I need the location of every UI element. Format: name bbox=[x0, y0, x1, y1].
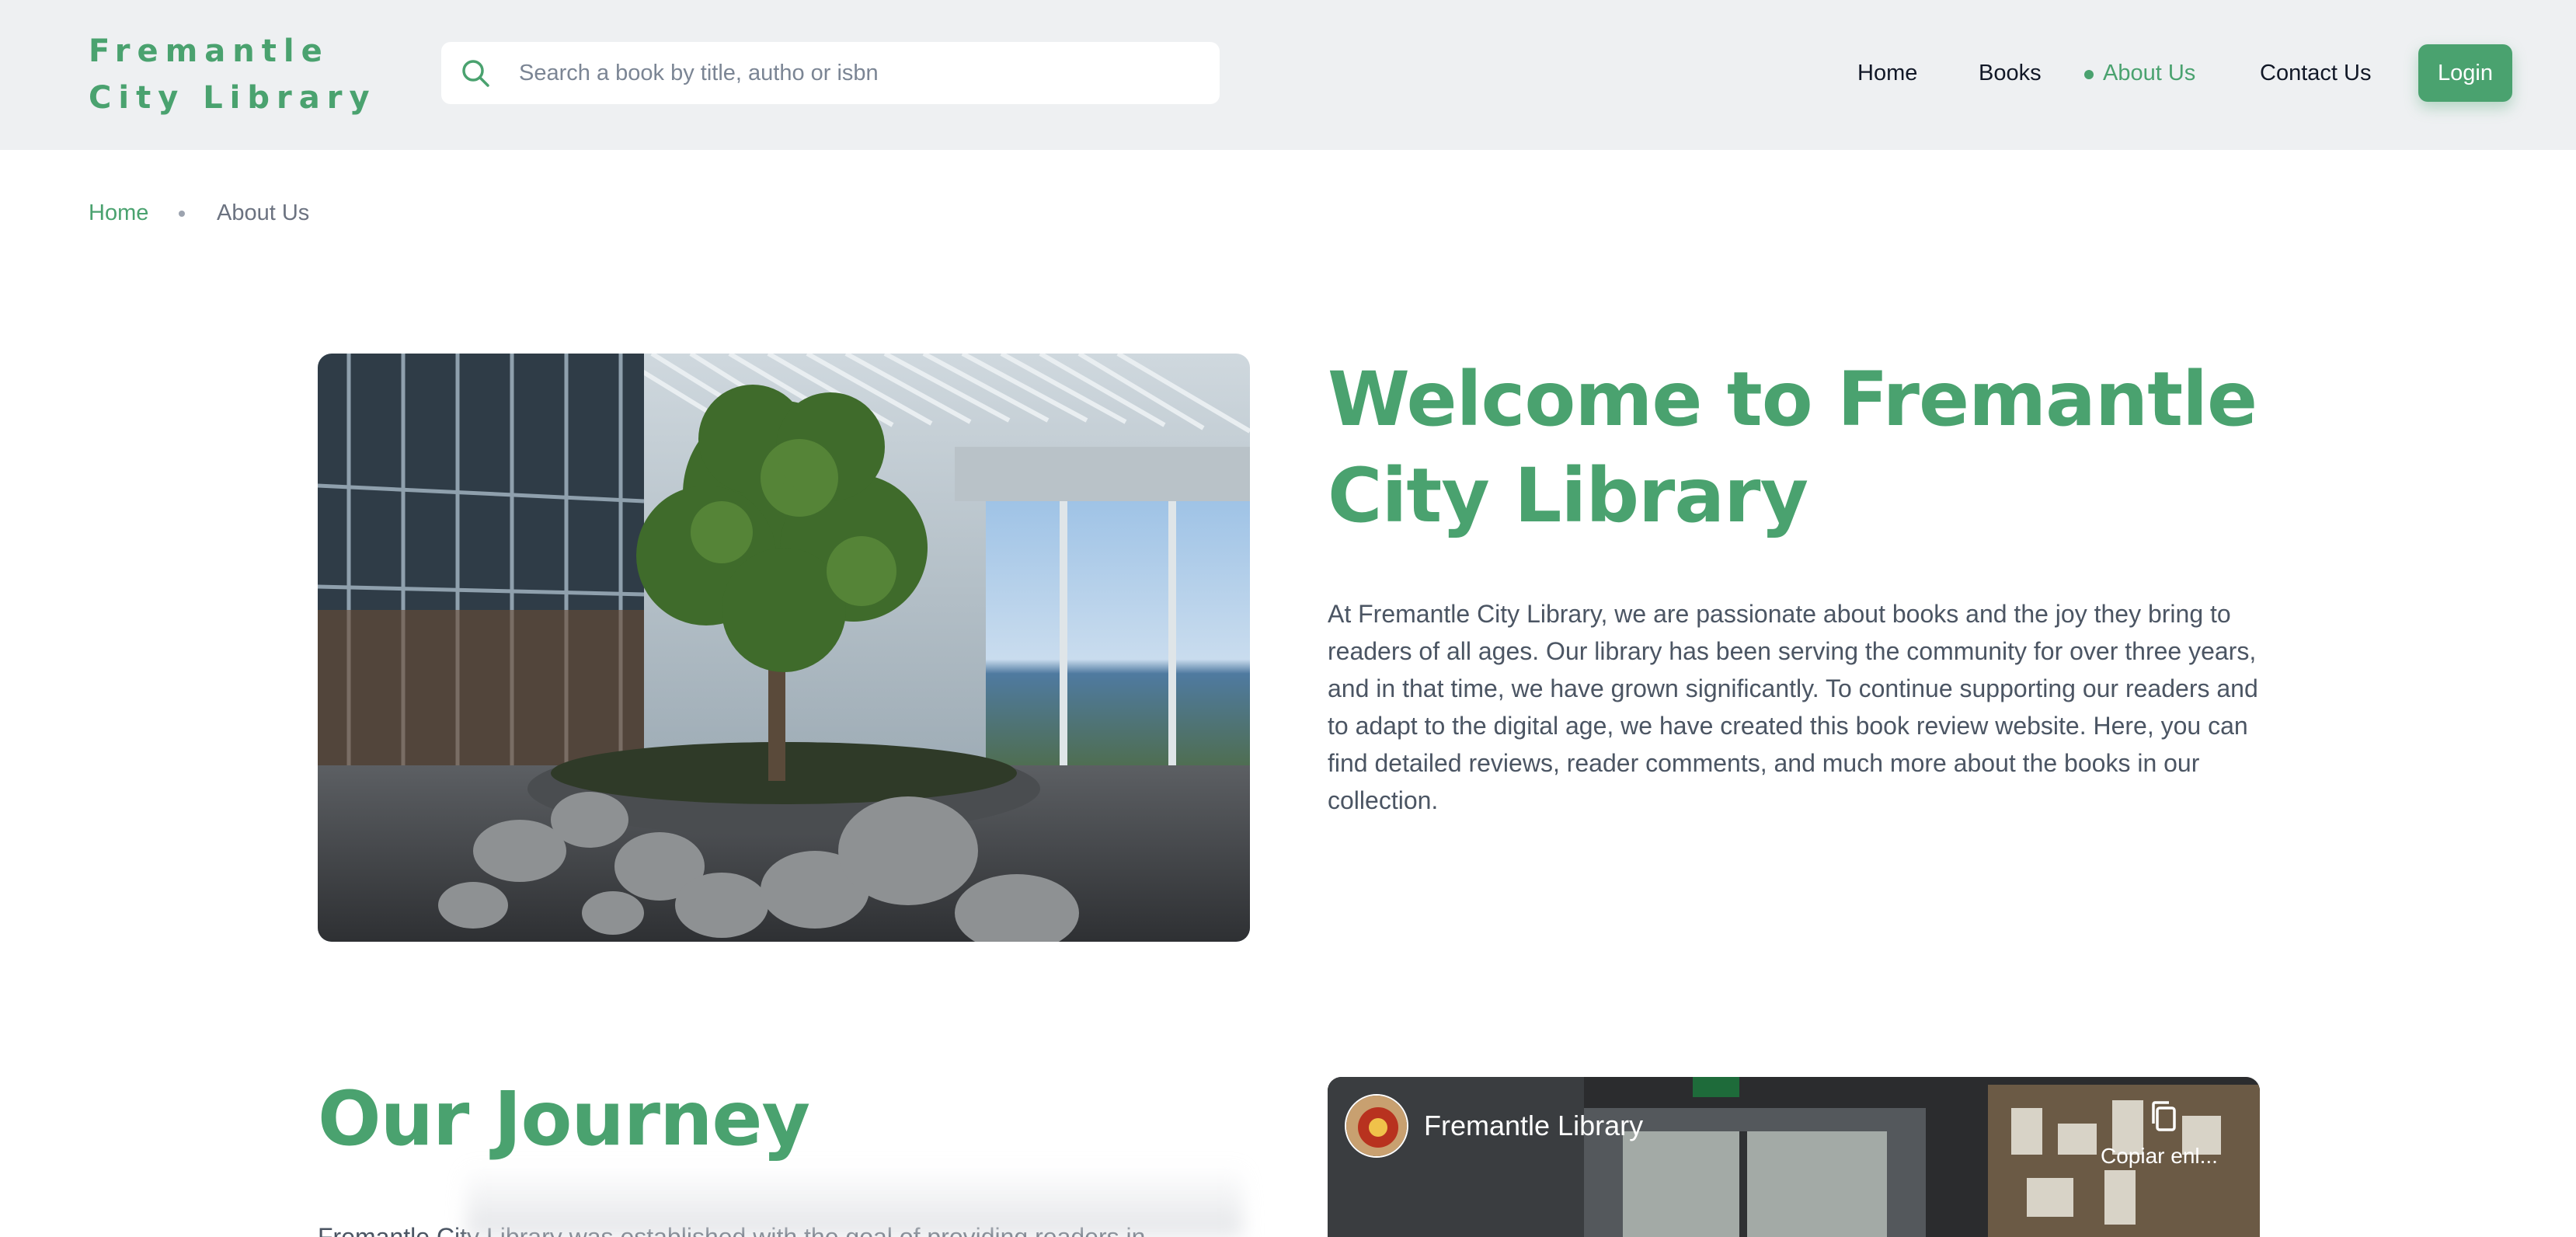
video-title[interactable]: Fremantle Library bbox=[1424, 1108, 1643, 1144]
copy-link-icon[interactable] bbox=[2145, 1097, 2184, 1136]
nav-home[interactable]: Home bbox=[1857, 57, 1917, 89]
embedded-video[interactable]: Fremantle Library Copiar enl... bbox=[1328, 1077, 2260, 1237]
journey-title: Our Journey bbox=[318, 1075, 810, 1162]
breadcrumb-home[interactable]: Home bbox=[89, 197, 148, 228]
scroll-fade-overlay bbox=[466, 1166, 1243, 1237]
hero-description: At Fremantle City Library, we are passio… bbox=[1328, 600, 2258, 814]
channel-avatar[interactable] bbox=[1345, 1094, 1408, 1158]
breadcrumb-current: About Us bbox=[217, 200, 310, 225]
login-button[interactable]: Login bbox=[2418, 44, 2512, 102]
hero-title: Welcome to Fremantle City Library bbox=[1328, 356, 2257, 539]
nav-contact-us[interactable]: Contact Us bbox=[2260, 57, 2371, 89]
site-logo[interactable]: Fremantle City Library bbox=[89, 28, 399, 121]
search-input[interactable] bbox=[519, 42, 1203, 104]
library-interior-photo bbox=[318, 354, 1250, 942]
search-bar[interactable] bbox=[441, 42, 1220, 104]
site-header: Fremantle City Library Home Books About … bbox=[0, 0, 2576, 150]
breadcrumb-separator bbox=[179, 211, 185, 217]
copy-link-label[interactable]: Copiar enl... bbox=[2101, 1142, 2218, 1170]
nav-books[interactable]: Books bbox=[1979, 57, 2042, 89]
search-icon[interactable] bbox=[460, 57, 491, 89]
active-nav-indicator bbox=[2084, 70, 2094, 79]
nav-about-us[interactable]: About Us bbox=[2103, 57, 2195, 89]
